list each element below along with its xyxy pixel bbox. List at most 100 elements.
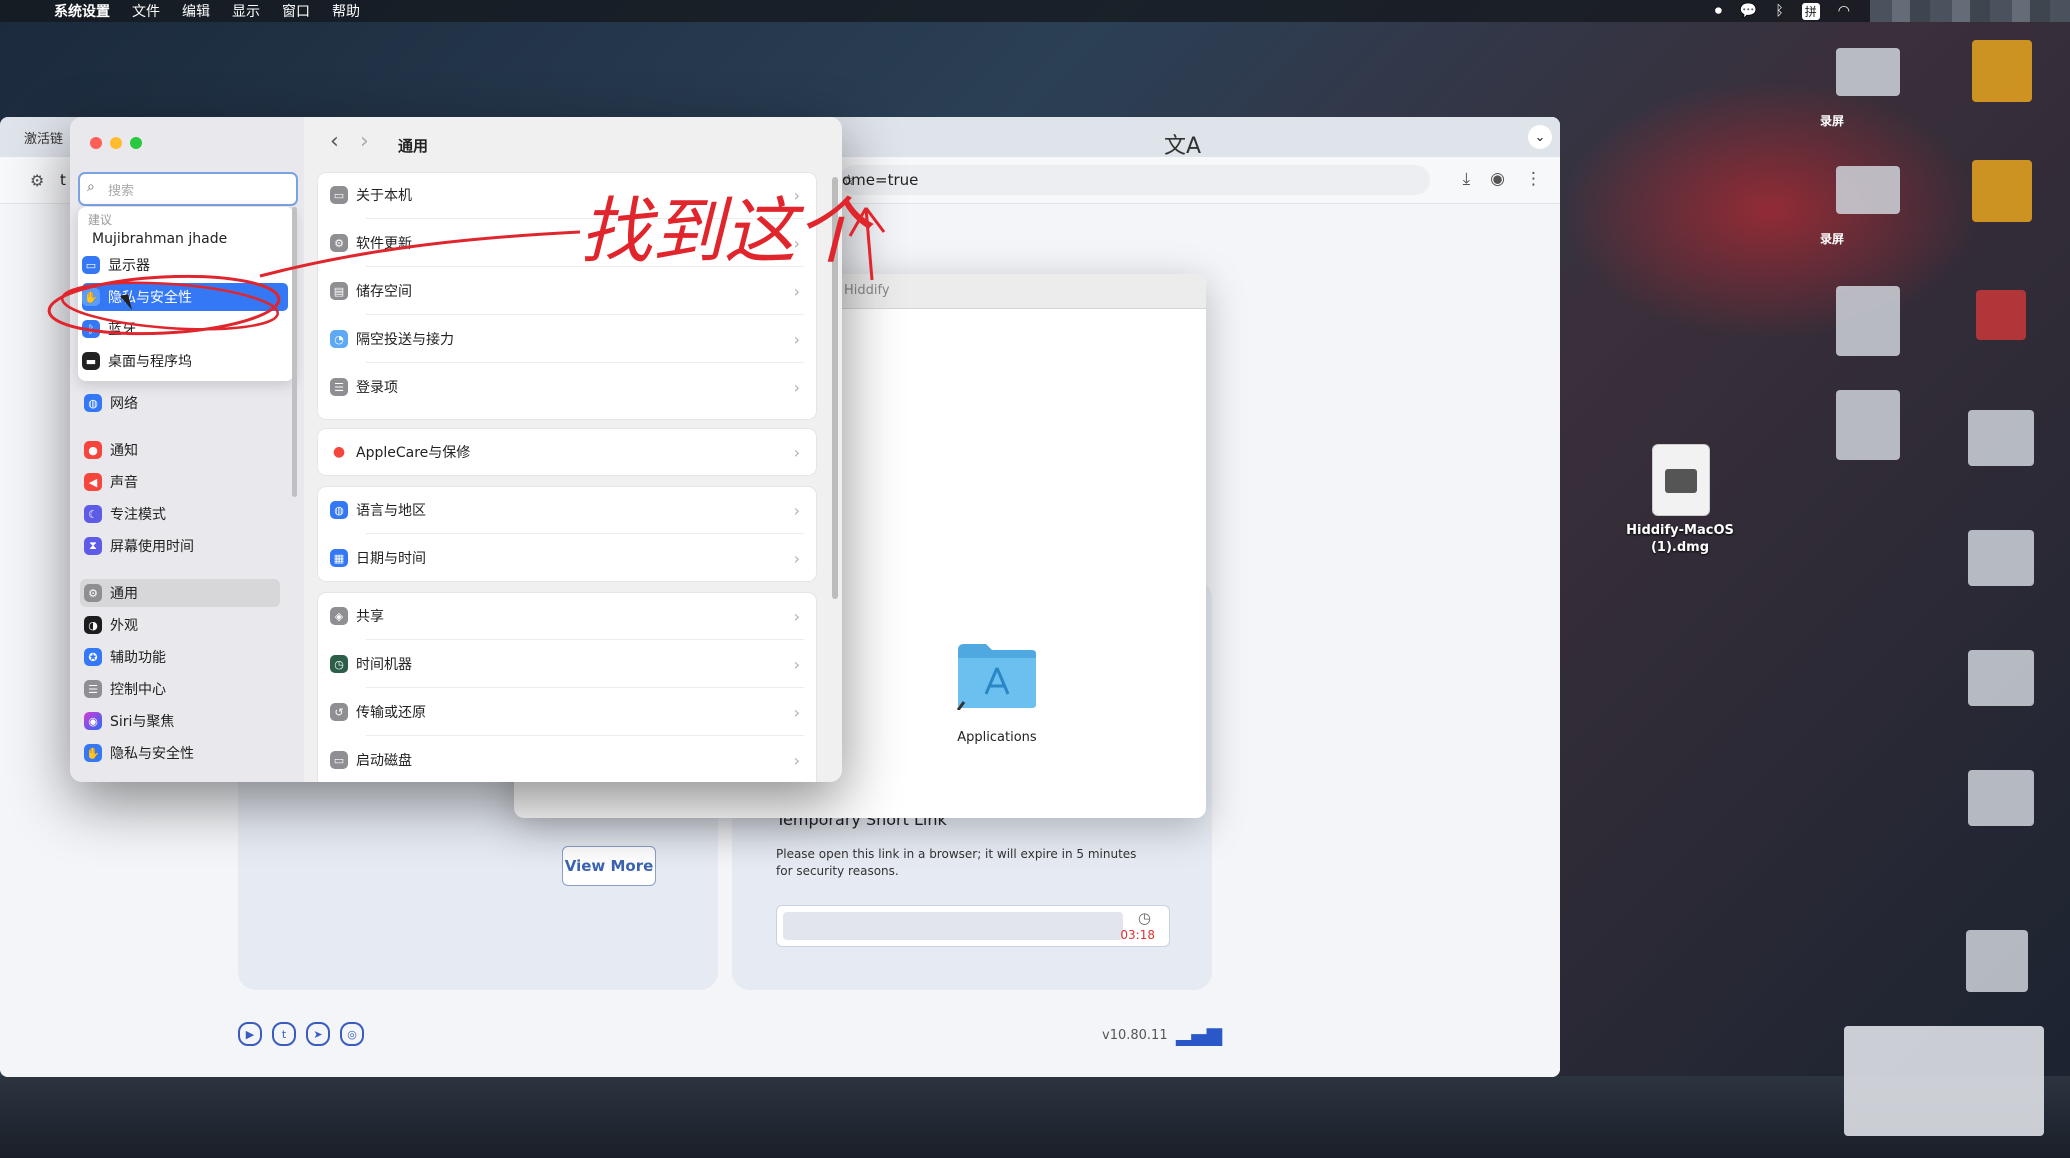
github-icon[interactable]: ◎ bbox=[340, 1022, 364, 1046]
menu-help[interactable]: 帮助 bbox=[332, 1, 360, 21]
row-about[interactable]: ▭ 关于本机 › bbox=[330, 177, 804, 213]
close-button[interactable] bbox=[90, 137, 102, 149]
file-thumbnail[interactable] bbox=[1968, 530, 2034, 586]
laptop-icon: ▭ bbox=[330, 186, 348, 204]
tab-list-chevron-icon[interactable]: ⌄ bbox=[1528, 125, 1552, 149]
hand-icon: ✋ bbox=[82, 288, 100, 306]
search-suggestions-popup: 建议 Mujibrahman jhade ▭ 显示器 ✋ 隐私与安全性 ᛒ 蓝牙… bbox=[78, 207, 294, 381]
browser-tab[interactable]: 激活链 bbox=[24, 128, 63, 147]
row-date-time[interactable]: ▦ 日期与时间 › bbox=[330, 540, 804, 576]
profile-icon[interactable]: ◉ bbox=[1490, 169, 1505, 189]
menu-app-name[interactable]: 系统设置 bbox=[54, 1, 110, 21]
bookmark-star-icon[interactable]: ☆ bbox=[842, 171, 1416, 189]
minimize-button[interactable] bbox=[110, 137, 122, 149]
app-thumbnail[interactable] bbox=[1976, 290, 2026, 340]
menu-window[interactable]: 窗口 bbox=[282, 1, 310, 21]
sidebar-item-screen-time[interactable]: ⧗ 屏幕使用时间 bbox=[84, 532, 294, 560]
screenshot-thumbnail[interactable] bbox=[1836, 48, 1900, 96]
wifi-icon[interactable]: ◠ bbox=[1838, 3, 1850, 19]
content-scrollbar[interactable] bbox=[832, 177, 838, 599]
menu-file[interactable]: 文件 bbox=[132, 1, 160, 21]
row-label: 关于本机 bbox=[356, 188, 412, 204]
row-storage[interactable]: ▤ 储存空间 › bbox=[330, 273, 804, 309]
row-software-update[interactable]: ⚙ 软件更新 › bbox=[330, 225, 804, 261]
back-chevron-icon[interactable]: ‹ bbox=[330, 129, 339, 154]
sidebar-item-siri-spotlight[interactable]: ◉ Siri与聚焦 bbox=[84, 707, 294, 735]
bluetooth-icon[interactable]: ᛒ bbox=[1775, 3, 1783, 19]
file-thumbnail[interactable] bbox=[1966, 930, 2028, 992]
row-time-machine[interactable]: ◷ 时间机器 › bbox=[330, 646, 804, 682]
sidebar-item-control-center[interactable]: ☰ 控制中心 bbox=[84, 675, 294, 703]
applications-folder-icon[interactable] bbox=[956, 640, 1038, 710]
system-settings-window: ⌕ 搜索 建议 Mujibrahman jhade ▭ 显示器 ✋ 隐私与安全性… bbox=[70, 117, 842, 782]
page-title: 通用 bbox=[398, 137, 429, 155]
airdrop-icon: ◔ bbox=[330, 330, 348, 348]
apple-icon[interactable] bbox=[16, 0, 38, 22]
sidebar-item-focus[interactable]: ☾ 专注模式 bbox=[84, 500, 294, 528]
input-method-icon[interactable]: 拼 bbox=[1801, 2, 1820, 20]
translate-icon[interactable]: 文A bbox=[1164, 128, 1201, 160]
file-thumbnail[interactable] bbox=[1968, 410, 2034, 466]
sidebar-item-general[interactable]: ⚙ 通用 bbox=[80, 579, 280, 607]
folder-thumbnail[interactable] bbox=[1972, 160, 2032, 222]
speaker-icon: ◀ bbox=[84, 473, 102, 491]
row-label: 日期与时间 bbox=[356, 551, 426, 567]
sidebar-item-accessibility[interactable]: ✪ 辅助功能 bbox=[84, 643, 294, 671]
blurred-status-area bbox=[1870, 0, 2070, 22]
file-thumbnail[interactable] bbox=[1968, 770, 2034, 826]
more-menu-icon[interactable]: ⋮ bbox=[1525, 169, 1542, 189]
row-language-region[interactable]: ◍ 语言与地区 › bbox=[330, 492, 804, 528]
url-field[interactable]: ome=true ☆ bbox=[840, 165, 1430, 195]
row-applecare[interactable]: ● AppleCare与保修 › bbox=[330, 434, 804, 470]
wechat-icon[interactable]: 💬 bbox=[1740, 3, 1757, 19]
screenshot-preview[interactable] bbox=[1844, 1026, 2044, 1136]
sidebar-item-notifications[interactable]: ● 通知 bbox=[84, 436, 294, 464]
chevron-right-icon: › bbox=[793, 377, 800, 397]
suggestion-user-name[interactable]: Mujibrahman jhade bbox=[92, 231, 227, 247]
record-icon[interactable]: ⏺ bbox=[1715, 3, 1722, 19]
site-settings-icon[interactable]: ⚙ bbox=[30, 171, 44, 190]
screenshot-thumbnail[interactable] bbox=[1836, 166, 1900, 214]
row-sharing[interactable]: ◈ 共享 › bbox=[330, 598, 804, 634]
sidebar-item-appearance[interactable]: ◑ 外观 bbox=[84, 611, 294, 639]
suggestion-label: 蓝牙 bbox=[108, 322, 136, 338]
chevron-right-icon: › bbox=[793, 500, 800, 520]
suggestion-label: 桌面与程序坞 bbox=[108, 354, 192, 370]
siri-icon: ◉ bbox=[84, 712, 102, 730]
sidebar-item-privacy-security[interactable]: ✋ 隐私与安全性 bbox=[84, 739, 294, 767]
twitter-icon[interactable]: t bbox=[272, 1022, 296, 1046]
settings-search-field[interactable]: ⌕ 搜索 bbox=[78, 172, 298, 206]
appearance-icon: ◑ bbox=[84, 616, 102, 634]
row-startup-disk[interactable]: ▭ 启动磁盘 › bbox=[330, 742, 804, 778]
folder-thumbnail[interactable] bbox=[1972, 40, 2032, 102]
menu-view[interactable]: 显示 bbox=[232, 1, 260, 21]
youtube-icon[interactable]: ▶ bbox=[238, 1022, 262, 1046]
menu-edit[interactable]: 编辑 bbox=[182, 1, 210, 21]
temporary-link-field[interactable]: ◷ 03:18 bbox=[776, 905, 1170, 947]
gear-badge-icon: ⚙ bbox=[330, 234, 348, 252]
download-icon[interactable]: ⤓ bbox=[1463, 169, 1471, 189]
sidebar-item-network[interactable]: ◍ 网络 bbox=[84, 389, 294, 417]
row-login-items[interactable]: ☰ 登录项 › bbox=[330, 369, 804, 405]
dmg-file-label[interactable]: Hiddify-MacOS (1).dmg bbox=[1620, 522, 1740, 556]
suggestion-desktop-dock[interactable]: ▬ 桌面与程序坞 bbox=[82, 347, 288, 375]
file-thumbnail[interactable] bbox=[1836, 390, 1900, 460]
view-more-button[interactable]: View More bbox=[562, 846, 656, 886]
row-airdrop-handoff[interactable]: ◔ 隔空投送与接力 › bbox=[330, 321, 804, 357]
suggestion-displays[interactable]: ▭ 显示器 bbox=[82, 251, 288, 279]
sidebar-item-sound[interactable]: ◀ 声音 bbox=[84, 468, 294, 496]
suggestion-bluetooth[interactable]: ᛒ 蓝牙 bbox=[82, 315, 288, 343]
search-icon: ⌕ bbox=[87, 179, 95, 195]
chevron-right-icon: › bbox=[793, 442, 800, 462]
telegram-icon[interactable]: ➤ bbox=[306, 1022, 330, 1046]
forward-chevron-icon[interactable]: › bbox=[360, 129, 369, 154]
file-thumbnail[interactable] bbox=[1836, 286, 1900, 356]
chevron-right-icon: › bbox=[793, 329, 800, 349]
divider bbox=[366, 266, 804, 267]
file-thumbnail[interactable] bbox=[1968, 650, 2034, 706]
row-label: 隔空投送与接力 bbox=[356, 332, 454, 348]
zoom-button[interactable] bbox=[130, 137, 142, 149]
suggestion-privacy-security[interactable]: ✋ 隐私与安全性 bbox=[82, 283, 288, 311]
row-transfer-reset[interactable]: ↺ 传输或还原 › bbox=[330, 694, 804, 730]
dmg-file-icon[interactable] bbox=[1652, 444, 1710, 516]
